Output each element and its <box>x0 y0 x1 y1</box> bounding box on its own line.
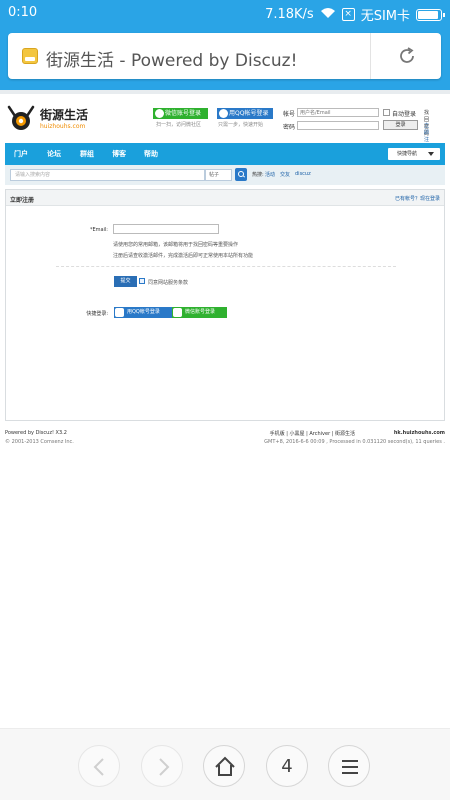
qq-icon <box>115 308 124 317</box>
register-note: 请使用您的常用邮箱，该邮箱将用于找回密码等重要操作 <box>113 242 239 248</box>
footer-stats: GMT+8, 2016-6-6 00:09 , Processed in 0.0… <box>264 439 445 445</box>
qq-login-label: 用QQ帐号登录 <box>229 110 269 117</box>
quick-login-label: 快捷登录: <box>86 311 108 317</box>
menu-button[interactable] <box>328 745 370 787</box>
agree-checkbox[interactable] <box>139 278 145 284</box>
nav-item-blog[interactable]: 博客 <box>112 149 126 159</box>
logo-name: 街源生活 <box>40 108 89 122</box>
no-sim-icon: × <box>341 8 355 21</box>
wechat-icon <box>173 308 182 317</box>
back-button[interactable] <box>78 745 120 787</box>
email-label: *Email: <box>89 227 108 233</box>
tabs-button[interactable]: 4 <box>266 745 308 787</box>
footer-domain[interactable]: hk.huizhouhs.com <box>394 430 445 436</box>
web-page: 街源生活 huizhouhs.com 微信账号登录 扫一扫，访问微社区 用QQ帐… <box>0 90 450 728</box>
wechat-quick-login-label: 微信账号登录 <box>185 309 216 315</box>
account-input[interactable] <box>297 108 379 117</box>
status-right: 7.18K/s × 无SIM卡 <box>265 5 445 24</box>
wechat-login-button[interactable]: 微信账号登录 <box>153 108 208 119</box>
wechat-quick-login-button[interactable]: 微信账号登录 <box>172 307 227 318</box>
site-favicon-icon <box>22 48 38 64</box>
register-header: 立即注册 已有帐号？现在登录 <box>6 190 444 206</box>
battery-icon <box>416 8 445 21</box>
site-logo[interactable]: 街源生活 huizhouhs.com <box>6 103 111 133</box>
main-nav: 门户 论坛 群组 博客 帮助 快捷导航 <box>5 143 445 165</box>
chevron-down-icon <box>428 152 434 156</box>
submit-button[interactable]: 提交 <box>114 276 137 287</box>
home-icon <box>215 756 235 776</box>
email-field[interactable] <box>113 224 219 234</box>
browser-toolbar: 街源生活 - Powered by Discuz! <box>0 26 450 90</box>
page-footer: Powered by Discuz! X3.2 © 2001-2013 Coms… <box>5 430 445 460</box>
agree-label[interactable]: 同意网站服务条款 <box>148 279 188 286</box>
footer-links[interactable]: 手机版 | 小黑屋 | Archiver | 街源生活 <box>270 430 355 437</box>
login-now-link[interactable]: 已有帐号？现在登录 <box>395 195 440 202</box>
nav-item-forum[interactable]: 论坛 <box>47 149 61 159</box>
address-bar-divider <box>370 33 371 79</box>
hot-search-item[interactable]: discuz <box>295 171 311 177</box>
hot-search-item[interactable]: 交友 <box>280 171 290 178</box>
back-arrow-icon <box>93 758 104 776</box>
password-input[interactable] <box>297 121 379 130</box>
tabs-count: 4 <box>281 756 293 777</box>
menu-icon <box>342 760 358 774</box>
browser-bottom-bar: 4 <box>0 728 450 800</box>
logo-domain: huizhouhs.com <box>40 123 86 130</box>
wifi-icon <box>320 7 336 23</box>
address-bar[interactable]: 街源生活 - Powered by Discuz! <box>8 33 441 79</box>
quick-nav-label: 快捷导航 <box>397 151 418 157</box>
network-speed: 7.18K/s <box>265 7 314 22</box>
powered-by[interactable]: Powered by Discuz! X3.2 <box>5 430 67 436</box>
search-input[interactable]: 请输入搜索内容 <box>10 169 205 181</box>
qq-icon <box>219 109 228 118</box>
page-title: 街源生活 - Powered by Discuz! <box>46 51 298 71</box>
search-icon[interactable] <box>235 168 247 181</box>
hot-search-label: 热搜: <box>252 172 264 178</box>
register-panel: 立即注册 已有帐号？现在登录 *Email: 请使用您的常用邮箱，该邮箱将用于找… <box>5 189 445 421</box>
qq-hint: 只需一步，快速开始 <box>218 122 264 128</box>
nav-item-help[interactable]: 帮助 <box>144 149 158 159</box>
forward-button[interactable] <box>141 745 183 787</box>
quick-nav-button[interactable]: 快捷导航 <box>388 148 440 160</box>
qq-quick-login-label: 用QQ帐号登录 <box>127 309 160 315</box>
wechat-login-label: 微信账号登录 <box>165 110 202 117</box>
sim-status: 无SIM卡 <box>360 9 410 24</box>
copyright: © 2001-2013 Comsenz Inc. <box>5 439 74 445</box>
status-bar: 0:10 7.18K/s × 无SIM卡 <box>0 0 450 26</box>
home-button[interactable] <box>203 745 245 787</box>
login-button[interactable]: 登录 <box>383 120 418 130</box>
auto-login-label: 自动登录 <box>392 111 417 118</box>
status-time: 0:10 <box>8 5 38 20</box>
wechat-hint: 扫一扫，访问微社区 <box>156 122 202 128</box>
nav-item-portal[interactable]: 门户 <box>14 149 28 159</box>
qq-login-button[interactable]: 用QQ帐号登录 <box>217 108 273 119</box>
top-strip <box>0 90 450 94</box>
register-note: 注册后请查收激活邮件，完成激活后即可正常使用本站所有功能 <box>113 253 254 259</box>
wechat-icon <box>155 109 164 118</box>
nav-item-groups[interactable]: 群组 <box>80 149 94 159</box>
logo-mark-icon <box>7 105 35 130</box>
register-title: 立即注册 <box>10 197 35 204</box>
hot-search-item[interactable]: 活动 <box>265 171 275 178</box>
password-label: 密码 <box>283 124 296 131</box>
account-label: 帐号 <box>283 111 296 118</box>
reload-icon[interactable] <box>396 45 418 67</box>
search-type-select[interactable]: 帖子 <box>205 169 232 181</box>
divider <box>56 266 396 267</box>
auto-login-checkbox[interactable] <box>383 109 390 116</box>
battery-level <box>418 10 438 19</box>
forward-arrow-icon <box>159 758 170 776</box>
qq-quick-login-button[interactable]: 用QQ帐号登录 <box>114 307 172 318</box>
search-bar: 请输入搜索内容 帖子 热搜: 活动 交友 discuz <box>5 165 445 185</box>
